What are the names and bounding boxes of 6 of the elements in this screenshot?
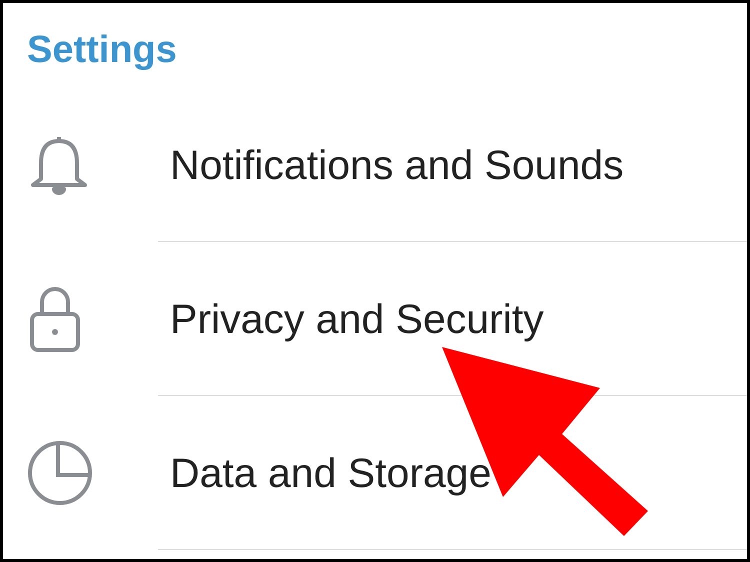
lock-icon xyxy=(27,284,83,354)
item-label: Privacy and Security xyxy=(170,296,544,342)
item-label: Notifications and Sounds xyxy=(170,142,624,188)
settings-title: Settings xyxy=(26,28,178,73)
pie-chart-icon xyxy=(27,440,93,506)
item-label: Data and Storage xyxy=(170,450,492,496)
